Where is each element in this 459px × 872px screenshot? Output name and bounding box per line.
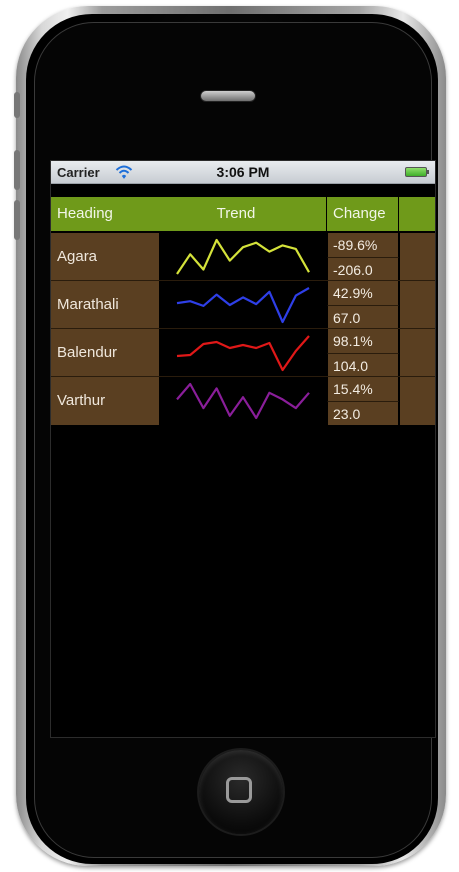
- row-name: Varthur: [51, 377, 159, 425]
- sparkline: [176, 335, 310, 372]
- sparkline-path: [176, 238, 310, 275]
- trend-cell: [159, 281, 327, 329]
- earpiece-speaker: [200, 90, 256, 102]
- volume-up-button: [14, 150, 20, 190]
- table-row[interactable]: Agara -89.6% -206.0: [51, 233, 435, 281]
- mute-switch: [14, 92, 20, 118]
- row-extra-cell: [399, 233, 435, 281]
- volume-down-button: [14, 200, 20, 240]
- sparkline: [176, 287, 310, 324]
- trend-cell: [159, 329, 327, 377]
- change-percent: 42.9%: [327, 281, 399, 305]
- sparkline-path: [176, 287, 310, 324]
- row-extra-cell: [399, 329, 435, 377]
- table-row[interactable]: Marathali 42.9% 67.0: [51, 281, 435, 329]
- battery-icon: [405, 167, 427, 177]
- row-name: Balendur: [51, 329, 159, 377]
- header-trend: Trend: [216, 205, 256, 222]
- table-header: Heading Trend Change: [51, 197, 435, 231]
- screen: Carrier 3:06 PM Heading Trend Change Aga…: [50, 160, 436, 738]
- status-bar: Carrier 3:06 PM: [51, 161, 435, 184]
- home-button[interactable]: [199, 750, 283, 834]
- row-name: Agara: [51, 233, 159, 281]
- table-row[interactable]: Balendur 98.1% 104.0: [51, 329, 435, 377]
- header-extra: [399, 197, 435, 231]
- row-extra-cell: [399, 281, 435, 329]
- change-value: 104.0: [327, 353, 399, 377]
- row-name: Marathali: [51, 281, 159, 329]
- change-value: -206.0: [327, 257, 399, 281]
- sparkline-path: [176, 382, 310, 420]
- trend-cell: [159, 377, 327, 425]
- change-value: 67.0: [327, 305, 399, 329]
- sparkline: [176, 382, 310, 420]
- change-value: 23.0: [327, 401, 399, 425]
- trend-cell: [159, 233, 327, 281]
- row-extra-cell: [399, 377, 435, 425]
- change-percent: 98.1%: [327, 329, 399, 353]
- sparkline: [176, 238, 310, 275]
- change-percent: -89.6%: [327, 233, 399, 257]
- table-row[interactable]: Varthur 15.4% 23.0: [51, 377, 435, 425]
- header-change: Change: [327, 197, 399, 231]
- sparkline-path: [176, 335, 310, 372]
- home-square-icon: [226, 777, 252, 803]
- battery-tip: [427, 170, 429, 174]
- status-time: 3:06 PM: [216, 164, 270, 180]
- change-percent: 15.4%: [327, 377, 399, 401]
